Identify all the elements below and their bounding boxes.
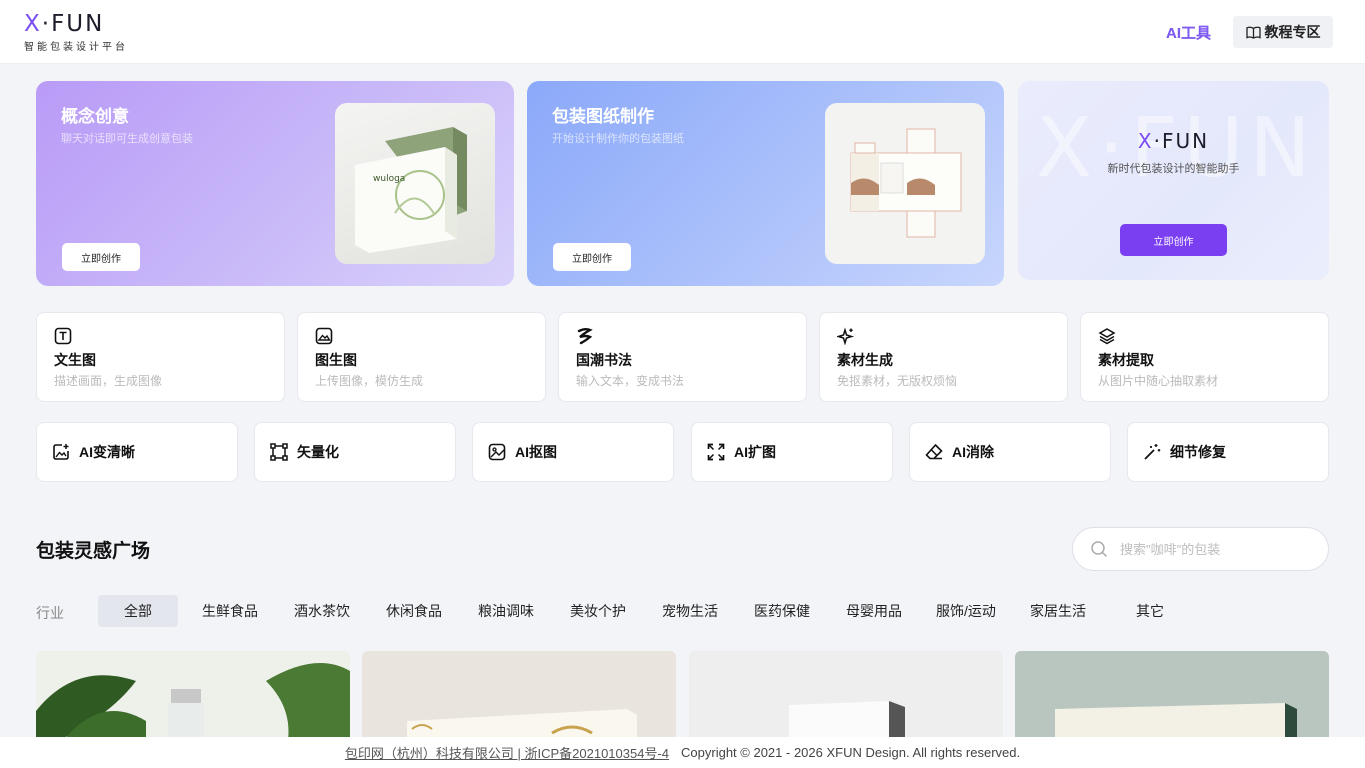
hero-card-assistant[interactable]: X·FUN X·FUN 新时代包装设计的智能助手 立即创作: [1018, 81, 1329, 280]
gallery-item[interactable]: [36, 651, 350, 751]
vector-icon: [270, 443, 288, 461]
tool-desc: 免抠素材，无版权烦恼: [837, 374, 958, 388]
quick-tool-label: AI抠图: [515, 444, 557, 460]
quick-tool-label: AI扩图: [734, 444, 776, 460]
search-icon: [1091, 541, 1108, 558]
search-box[interactable]: [1072, 527, 1329, 571]
tool-title: 图生图: [315, 352, 357, 368]
expand-icon: [707, 443, 725, 461]
top-header: X·FUN 智能包装设计平台 AI工具 教程专区: [0, 0, 1365, 64]
hero-subtitle: 开始设计制作你的包装图纸: [552, 133, 684, 145]
tool-title: 文生图: [54, 352, 96, 368]
tool-title: 国潮书法: [576, 352, 632, 368]
company-icp-link[interactable]: 包印网（杭州）科技有限公司 | 浙ICP备2021010354号-4: [345, 743, 669, 762]
quick-tool-expand[interactable]: AI扩图: [691, 422, 893, 482]
ai-tools-link[interactable]: AI工具: [1166, 22, 1211, 43]
image-plus-icon: [53, 444, 69, 460]
layers-icon: [1098, 328, 1116, 345]
tool-desc: 上传图像，模仿生成: [315, 374, 424, 388]
category-other[interactable]: 其它: [1110, 595, 1190, 627]
category-apparel[interactable]: 服饰/运动: [926, 595, 1006, 627]
tutorial-label: 教程专区: [1264, 24, 1321, 40]
tool-desc: 输入文本，变成书法: [576, 374, 685, 388]
category-baby[interactable]: 母婴用品: [834, 595, 914, 627]
logo[interactable]: X·FUN 智能包装设计平台: [24, 12, 128, 53]
gallery-item[interactable]: [1015, 651, 1329, 751]
tool-desc: 从图片中随心抽取素材: [1098, 374, 1219, 388]
quick-tool-label: AI消除: [952, 444, 994, 460]
quick-tool-detail-repair[interactable]: 细节修复: [1127, 422, 1329, 482]
calligraphy-icon: [577, 328, 593, 345]
category-health[interactable]: 医药保健: [742, 595, 822, 627]
tool-title: 素材生成: [837, 352, 893, 368]
hero-title: 包装图纸制作: [552, 107, 654, 126]
hero-subtitle: 聊天对话即可生成创意包装: [61, 133, 193, 145]
quick-tool-label: AI变清晰: [79, 444, 135, 460]
create-now-button[interactable]: 立即创作: [62, 243, 140, 271]
quick-tool-vectorize[interactable]: 矢量化: [254, 422, 456, 482]
category-home[interactable]: 家居生活: [1018, 595, 1098, 627]
category-all[interactable]: 全部: [98, 595, 178, 627]
category-beauty[interactable]: 美妆个护: [558, 595, 638, 627]
dieline-image: [825, 103, 985, 264]
text-t-icon: [54, 327, 72, 345]
tool-title: 素材提取: [1098, 352, 1154, 368]
hero-subtitle: 新时代包装设计的智能助手: [1107, 163, 1240, 175]
tutorial-button[interactable]: 教程专区: [1233, 16, 1333, 48]
tool-card-text-to-image[interactable]: 文生图 描述画面，生成图像: [36, 312, 285, 402]
logo-subtitle: 智能包装设计平台: [24, 42, 128, 53]
hero-card-concept[interactable]: 概念创意 聊天对话即可生成创意包装 立即创作 wuloga: [36, 81, 514, 286]
copyright-text: Copyright © 2021 - 2026 XFUN Design. All…: [681, 745, 1021, 760]
gallery-item[interactable]: [689, 651, 1003, 751]
image-icon: [315, 327, 333, 345]
tool-card-asset-generate[interactable]: 素材生成 免抠素材，无版权烦恼: [819, 312, 1068, 402]
eraser-icon: [925, 443, 943, 460]
tool-desc: 描述画面，生成图像: [54, 374, 163, 388]
industry-label: 行业: [36, 605, 64, 621]
quick-tool-erase[interactable]: AI消除: [909, 422, 1111, 482]
create-now-button[interactable]: 立即创作: [553, 243, 631, 271]
category-fresh-food[interactable]: 生鲜食品: [190, 595, 270, 627]
tool-card-asset-extract[interactable]: 素材提取 从图片中随心抽取素材: [1080, 312, 1329, 402]
hero-logo: X·FUN: [1137, 129, 1210, 153]
tool-card-image-to-image[interactable]: 图生图 上传图像，模仿生成: [297, 312, 546, 402]
category-drinks[interactable]: 酒水茶饮: [282, 595, 362, 627]
quick-tool-upscale[interactable]: AI变清晰: [36, 422, 238, 482]
quick-tool-label: 细节修复: [1170, 444, 1226, 460]
quick-tool-label: 矢量化: [297, 444, 339, 460]
tea-box-image: wuloga: [335, 103, 495, 264]
search-input[interactable]: [1120, 541, 1300, 557]
category-grain-oil[interactable]: 粮油调味: [466, 595, 546, 627]
gallery-item[interactable]: [362, 651, 676, 751]
tool-card-calligraphy[interactable]: 国潮书法 输入文本，变成书法: [558, 312, 807, 402]
magic-wand-icon: [1144, 444, 1161, 460]
section-title: 包装灵感广场: [36, 541, 151, 562]
book-icon: [1245, 26, 1261, 39]
hero-title: 概念创意: [61, 107, 129, 126]
image-cutout-icon: [488, 443, 506, 461]
logo-mark: X·FUN: [24, 11, 105, 37]
hero-card-dieline[interactable]: 包装图纸制作 开始设计制作你的包装图纸 立即创作: [527, 81, 1004, 286]
create-now-button[interactable]: 立即创作: [1120, 224, 1227, 256]
quick-tool-cutout[interactable]: AI抠图: [472, 422, 674, 482]
svg-text:wuloga: wuloga: [373, 174, 405, 184]
category-pet[interactable]: 宠物生活: [650, 595, 730, 627]
category-snacks[interactable]: 休闲食品: [374, 595, 454, 627]
footer: 包印网（杭州）科技有限公司 | 浙ICP备2021010354号-4 Copyr…: [0, 737, 1365, 768]
sparkles-icon: [837, 327, 855, 345]
